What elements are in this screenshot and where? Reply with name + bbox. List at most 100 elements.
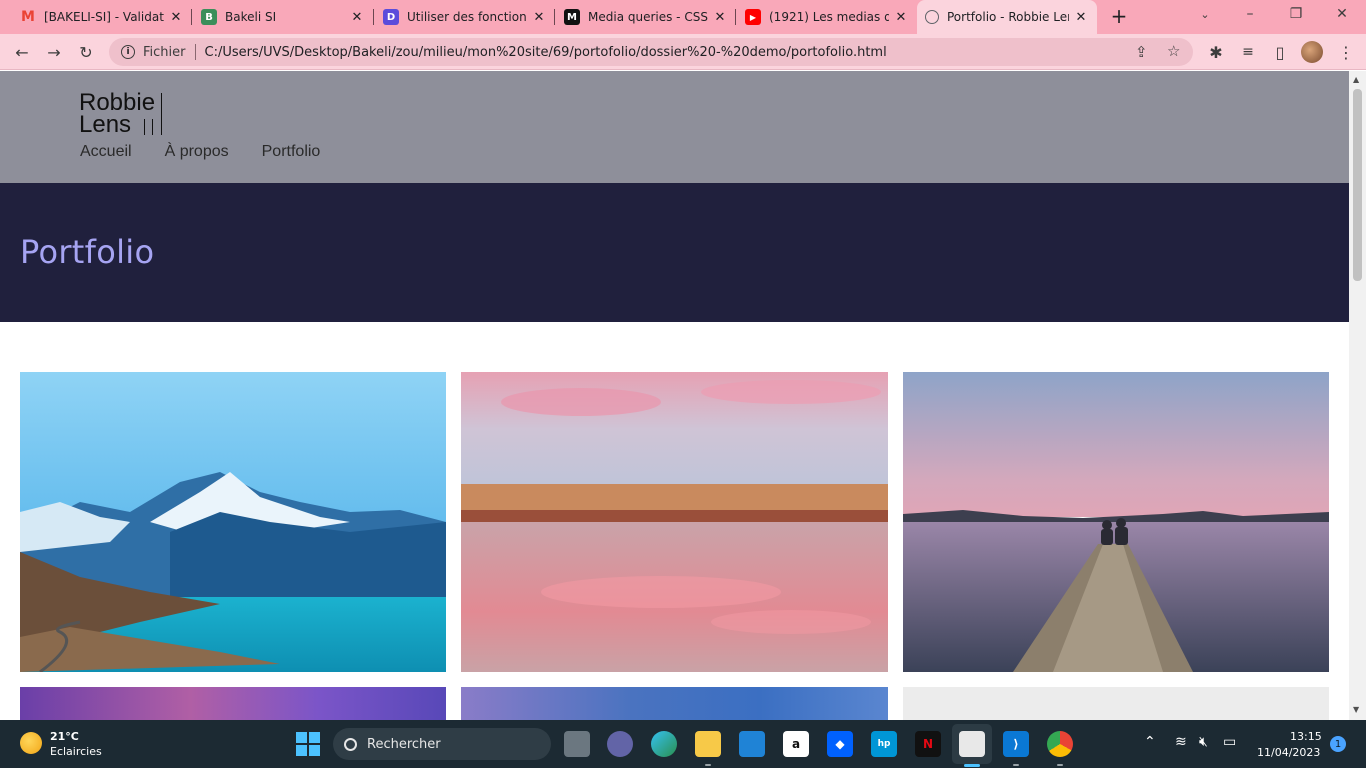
myhp-icon[interactable]: hp [871,731,897,757]
back-arrow-icon[interactable]: ← [10,40,34,64]
snipping-tool-icon[interactable] [959,731,985,757]
gallery-photo-pink-beach[interactable] [461,372,888,672]
running-indicator [1013,764,1019,766]
close-icon[interactable]: ✕ [893,9,909,25]
tab-media-queries-mdn[interactable]: M Media queries - CSS : Feuilles ✕ [556,0,736,34]
address-bar[interactable]: i Fichier C:/Users/UVS/Desktop/Bakeli/zo… [109,38,1193,66]
gallery-photo-mountain-lake[interactable] [20,372,446,672]
avatar[interactable] [1301,41,1323,63]
gallery-photo-pier-couple[interactable] [903,372,1329,672]
omnibox-divider [194,44,196,60]
tab-divider [554,9,555,25]
logo-bar [144,119,145,135]
globe-icon [925,10,939,24]
side-panel-icon[interactable]: ▯ [1268,40,1292,64]
page-viewport: Robbie Lens Accueil À propos Portfolio P… [0,71,1349,720]
tab-strip: M [BAKELI-SI] - Validation ✕ B Bakeli SI… [0,0,1366,34]
gallery-photo-purple-sky[interactable] [20,687,446,720]
scrollbar-thumb[interactable] [1353,89,1362,281]
media-queue-icon[interactable]: ≡ [1236,40,1260,64]
tab-youtube[interactable]: ▶ (1921) Les medias queries ✕ [737,0,917,34]
mail-icon[interactable] [739,731,765,757]
wifi-icon[interactable]: ≋ [1175,734,1187,750]
windows-start-icon[interactable] [296,732,320,756]
bakeli-icon: B [201,9,217,25]
page-title: Portfolio [20,233,155,271]
search-placeholder: Rechercher [367,736,441,752]
extensions-icon[interactable]: ✱ [1204,40,1228,64]
clock-date[interactable]: 11/04/2023 [1257,746,1320,759]
youtube-icon: ▶ [745,9,761,25]
close-icon[interactable]: ✕ [168,9,184,25]
info-icon[interactable]: i [121,45,135,59]
tab-title: Bakeli SI [225,10,277,24]
close-icon[interactable]: ✕ [1073,9,1089,25]
tab-bakeli-validation[interactable]: M [BAKELI-SI] - Validation ✕ [12,0,192,34]
vscode-icon[interactable]: ⟩ [1003,731,1029,757]
share-icon[interactable]: ⇪ [1135,43,1148,61]
nav-link-accueil[interactable]: Accueil [80,143,132,161]
active-indicator [964,764,980,767]
netflix-icon[interactable]: N [915,731,941,757]
star-icon[interactable]: ☆ [1167,42,1180,60]
page-scrollbar[interactable]: ▲ ▼ [1349,71,1366,720]
amazon-icon[interactable]: a [783,731,809,757]
clock-time[interactable]: 13:15 [1290,730,1322,743]
tab-search-chevron-icon[interactable]: ⌄ [1195,8,1215,21]
tab-bakeli-si[interactable]: B Bakeli SI ✕ [193,0,373,34]
tab-title: Portfolio - Robbie Lens [947,10,1069,24]
weather-icon[interactable] [20,732,42,754]
edge-icon[interactable] [651,731,677,757]
nav-link-portfolio[interactable]: Portfolio [262,143,321,161]
tab-title: Media queries - CSS : Feuilles [588,10,708,24]
task-view-icon[interactable] [564,731,590,757]
new-tab-button[interactable]: + [1108,4,1130,28]
tab-portfolio-active[interactable]: Portfolio - Robbie Lens ✕ [917,0,1097,34]
logo-bar [161,93,162,135]
notification-badge[interactable]: 1 [1330,736,1346,752]
browser-toolbar: ← → ↻ i Fichier C:/Users/UVS/Desktop/Bak… [0,34,1366,70]
tab-divider [191,9,192,25]
gmail-icon: M [21,9,35,25]
close-icon[interactable]: ✕ [531,9,547,25]
close-icon[interactable]: ✕ [712,9,728,25]
site-nav: Accueil À propos Portfolio [80,143,353,161]
minimize-icon[interactable]: – [1240,6,1260,22]
scheme-label: Fichier [143,44,186,60]
close-window-icon[interactable]: ✕ [1332,6,1352,22]
tab-utiliser-fonctionnalites[interactable]: D Utiliser des fonctionnalités ✕ [375,0,555,34]
chrome-icon[interactable] [1047,731,1073,757]
file-explorer-icon[interactable] [695,731,721,757]
forward-arrow-icon[interactable]: → [42,40,66,64]
search-icon [344,737,357,751]
weather-temp: 21°C [50,730,79,743]
maximize-icon[interactable]: ❐ [1286,6,1306,22]
tray-chevron-icon[interactable]: ⌃ [1144,734,1156,750]
menu-icon[interactable]: ⋮ [1334,40,1358,64]
tab-divider [373,9,374,25]
dropbox-icon[interactable]: ◆ [827,731,853,757]
weather-desc: Eclaircies [50,745,102,758]
scroll-up-icon[interactable]: ▲ [1353,75,1359,84]
windows-taskbar: 21°C Eclaircies Rechercher a ◆ hp N ⟩ ⌃ … [0,720,1366,768]
scroll-down-icon[interactable]: ▼ [1353,705,1359,714]
doc-icon: D [383,9,399,25]
reload-icon[interactable]: ↻ [74,40,98,64]
mdn-icon: M [564,9,580,25]
volume-muted-icon[interactable]: 🔇︎ [1199,734,1208,750]
nav-link-a-propos[interactable]: À propos [165,143,229,161]
tab-title: (1921) Les medias queries [769,10,889,24]
logo-bar [152,119,153,135]
url-text[interactable]: C:/Users/UVS/Desktop/Bakeli/zou/milieu/m… [205,45,887,60]
teams-chat-icon[interactable] [607,731,633,757]
tab-divider [735,9,736,25]
battery-icon[interactable]: ▭ [1223,734,1236,750]
gallery-photo-light[interactable] [903,687,1329,720]
logo-line-2: Lens [79,111,132,138]
close-icon[interactable]: ✕ [349,9,365,25]
tab-title: Utiliser des fonctionnalités [407,10,527,24]
taskbar-search[interactable]: Rechercher [333,728,551,760]
site-logo[interactable]: Robbie Lens [79,91,179,137]
gallery-photo-blue-sky[interactable] [461,687,888,720]
hero-banner: Portfolio [0,183,1349,322]
